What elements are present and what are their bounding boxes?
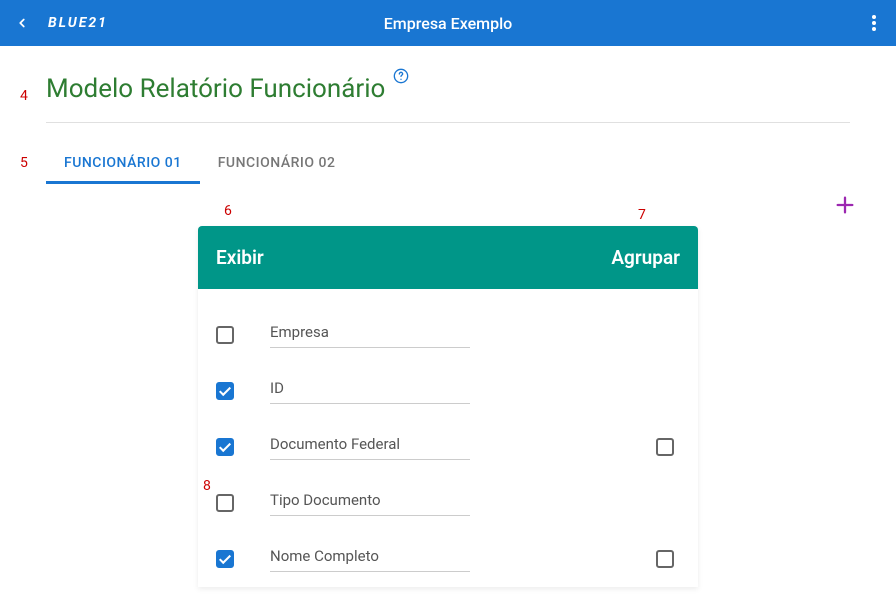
agrupar-checkbox[interactable] (656, 438, 674, 456)
field-label: ID (270, 379, 470, 404)
annotation-5: 5 (20, 155, 28, 171)
tab-1[interactable]: FUNCIONÁRIO 02 (200, 147, 354, 184)
more-vertical-icon (872, 15, 876, 31)
field-label: Tipo Documento (270, 491, 470, 516)
field-label: Nome Completo (270, 547, 470, 572)
panel-header: Exibir Agrupar (198, 226, 698, 289)
agrupar-header: Agrupar (611, 246, 680, 269)
field-label: Empresa (270, 323, 470, 348)
annotation-6: 6 (224, 203, 232, 219)
tabs: 5 FUNCIONÁRIO 01FUNCIONÁRIO 02 (46, 147, 850, 184)
back-button[interactable] (12, 13, 32, 33)
field-row: Documento Federal (216, 419, 680, 475)
page-title-row: 4 Modelo Relatório Funcionário (46, 74, 850, 104)
exibir-checkbox[interactable] (216, 550, 234, 568)
add-button[interactable] (834, 194, 856, 221)
exibir-checkbox[interactable] (216, 438, 234, 456)
question-circle-icon (393, 68, 409, 84)
add-row (46, 192, 850, 226)
config-panel: Exibir Agrupar Empresa ID Documento Federa… (198, 226, 698, 587)
field-row: ID (216, 363, 680, 419)
tab-0[interactable]: FUNCIONÁRIO 01 (46, 147, 200, 184)
header-title: Empresa Exemplo (384, 14, 512, 33)
app-header: BLUE21 Empresa Exemplo (0, 0, 896, 46)
field-row: Empresa (216, 307, 680, 363)
help-icon[interactable] (393, 68, 409, 88)
annotation-8: 8 (203, 478, 211, 494)
page-title: Modelo Relatório Funcionário (46, 74, 385, 104)
content-area: 4 Modelo Relatório Funcionário 5 FUNCION… (0, 74, 896, 587)
logo: BLUE21 (48, 15, 108, 31)
plus-icon (834, 194, 856, 216)
field-row: Nome Completo (216, 531, 680, 587)
chevron-left-icon (15, 16, 29, 30)
more-menu-button[interactable] (864, 13, 884, 33)
exibir-checkbox[interactable] (216, 494, 234, 512)
exibir-header: Exibir (216, 246, 264, 269)
annotation-7: 7 (638, 207, 646, 223)
exibir-checkbox[interactable] (216, 326, 234, 344)
field-row: Tipo Documento (216, 475, 680, 531)
agrupar-checkbox[interactable] (656, 550, 674, 568)
panel-wrap: Exibir Agrupar Empresa ID Documento Federa… (46, 226, 850, 587)
panel-rows: Empresa ID Documento Federal Tipo Documento… (198, 289, 698, 587)
exibir-checkbox[interactable] (216, 382, 234, 400)
field-label: Documento Federal (270, 435, 470, 460)
annotation-4: 4 (20, 88, 28, 104)
divider (46, 122, 850, 123)
